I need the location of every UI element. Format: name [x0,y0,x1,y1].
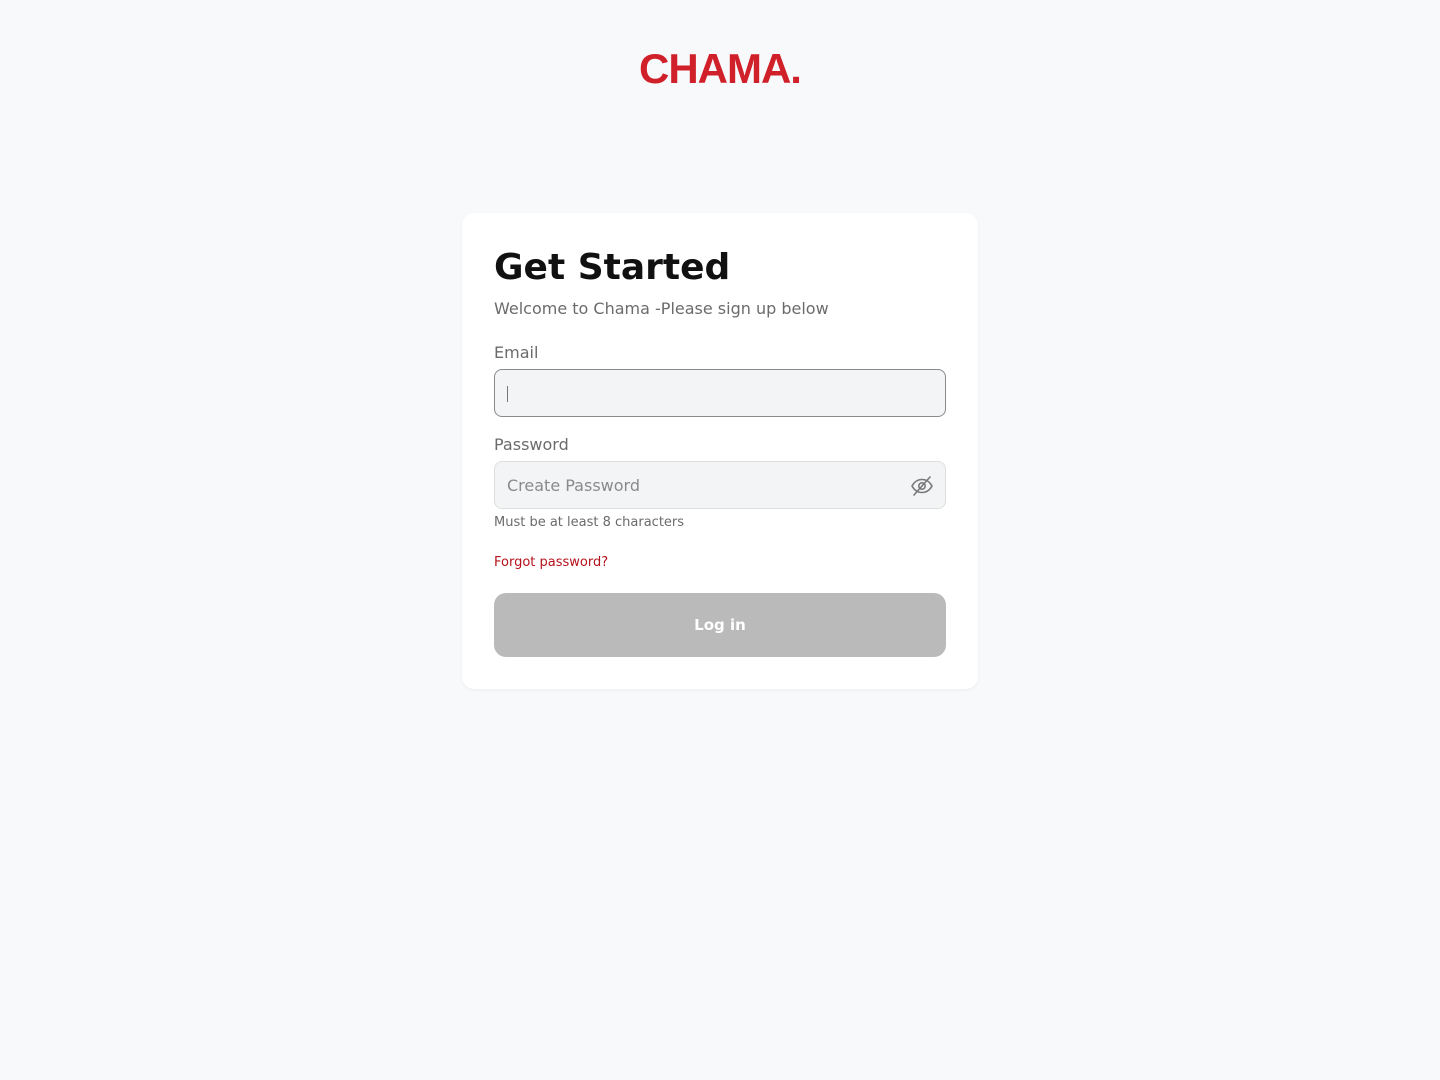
text-caret [507,386,508,402]
email-field[interactable] [495,370,945,416]
password-field-container [494,461,946,509]
forgot-password-link[interactable]: Forgot password? [494,555,608,571]
password-label: Password [494,435,569,454]
page-subtitle: Welcome to Chama -Please sign up below [494,299,829,318]
page-title: Get Started [494,247,731,288]
password-field[interactable] [495,462,945,508]
password-hint: Must be at least 8 characters [494,515,685,530]
email-field-container [494,369,946,417]
login-button[interactable]: Log in [494,593,946,657]
email-label: Email [494,343,539,362]
login-card: Get Started Welcome to Chama -Please sig… [462,213,978,689]
brand-logo: CHAMA. [639,45,802,92]
eye-off-icon[interactable] [910,474,934,498]
